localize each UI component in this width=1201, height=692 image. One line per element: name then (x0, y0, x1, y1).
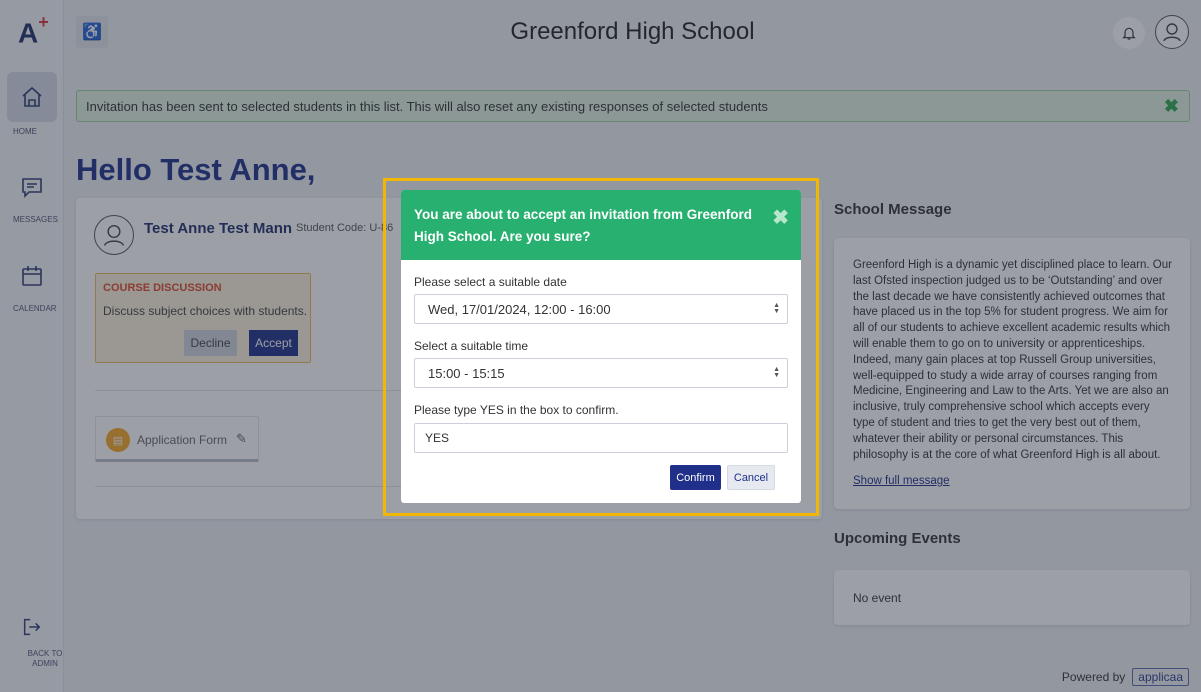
modal-header: You are about to accept an invitation fr… (401, 190, 801, 260)
date-select-value: Wed, 17/01/2024, 12:00 - 16:00 (428, 302, 611, 317)
confirm-yes-input[interactable] (414, 423, 788, 453)
date-label: Please select a suitable date (414, 275, 567, 289)
confirm-label: Please type YES in the box to confirm. (414, 403, 619, 417)
time-label: Select a suitable time (414, 339, 529, 353)
accept-invitation-modal: You are about to accept an invitation fr… (401, 190, 801, 503)
select-arrows-icon: ▲ ▼ (773, 302, 780, 315)
select-arrows-icon: ▲ ▼ (773, 366, 780, 379)
time-select[interactable]: 15:00 - 15:15 ▲ ▼ (414, 358, 788, 388)
date-select[interactable]: Wed, 17/01/2024, 12:00 - 16:00 ▲ ▼ (414, 294, 788, 324)
close-icon[interactable]: ✖ (772, 205, 789, 230)
modal-highlight-frame: You are about to accept an invitation fr… (383, 178, 819, 516)
confirm-button[interactable]: Confirm (670, 465, 721, 490)
modal-title: You are about to accept an invitation fr… (414, 207, 753, 244)
time-select-value: 15:00 - 15:15 (428, 366, 505, 381)
cancel-button[interactable]: Cancel (727, 465, 775, 490)
